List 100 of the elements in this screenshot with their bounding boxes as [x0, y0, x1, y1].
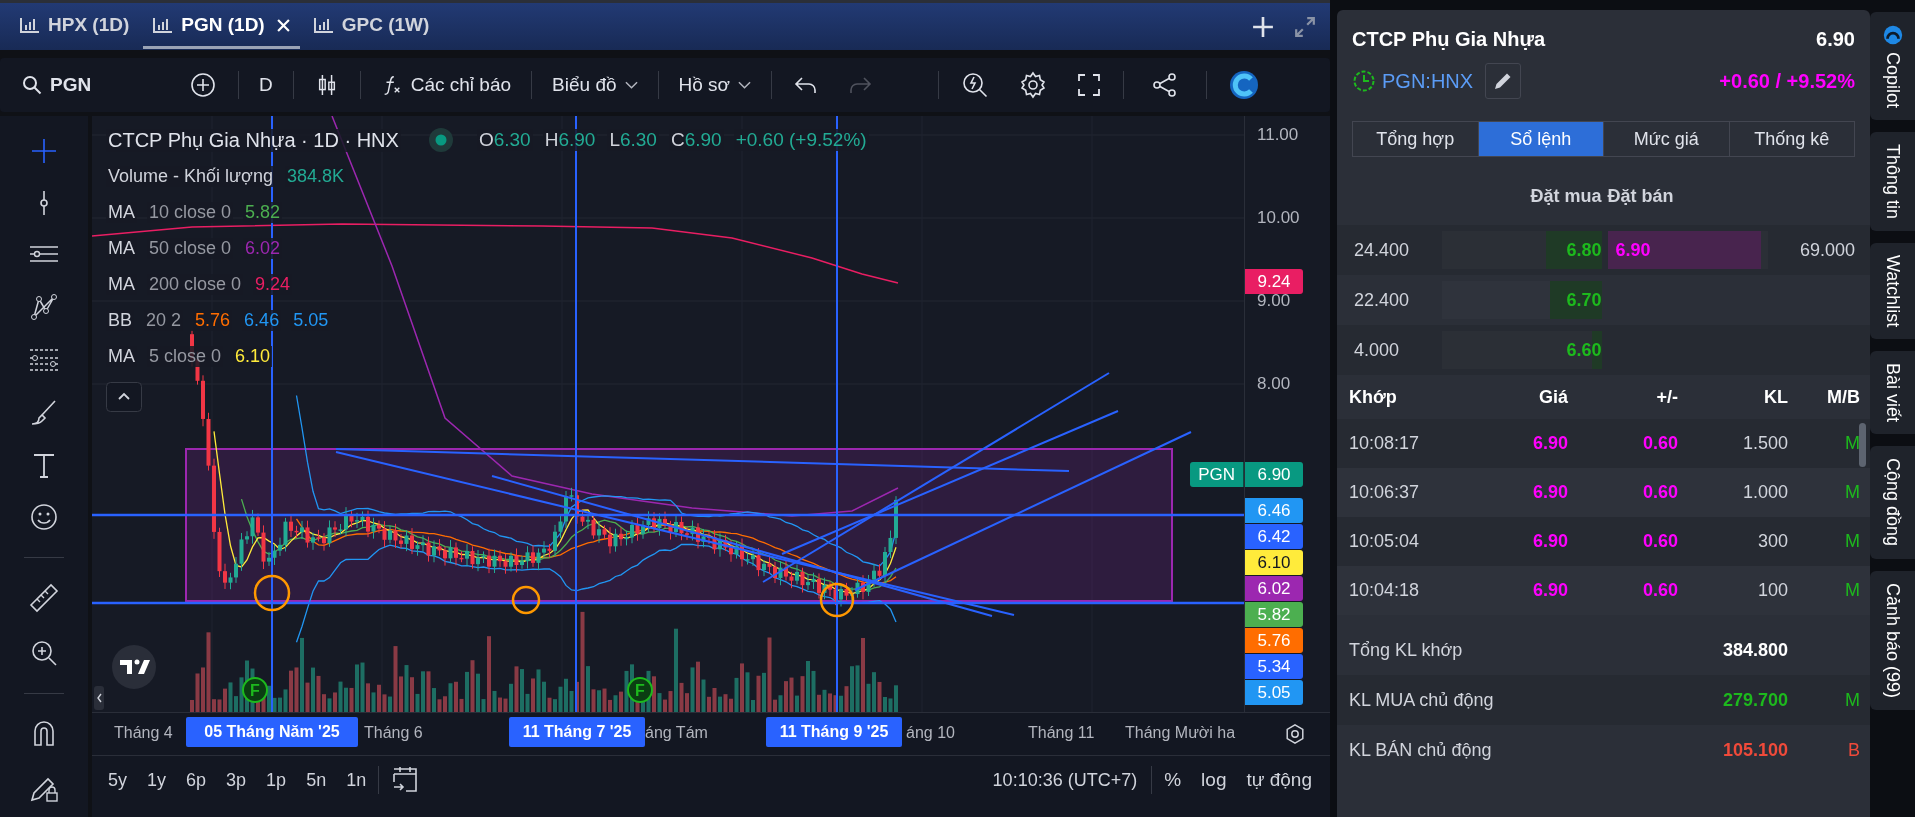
fullscreen-icon[interactable] [1077, 73, 1102, 97]
smiley-icon[interactable] [30, 503, 58, 532]
indicator-params: 50 close 0 [147, 237, 234, 259]
dropdown-menu[interactable]: Biểu đồ [546, 70, 644, 100]
symbol-link[interactable]: PGN:HNX [1382, 69, 1474, 93]
side-tab[interactable]: Watchlist [1870, 243, 1915, 340]
indicator-name: Volume - Khối lượng [106, 165, 275, 187]
time-tick: Tháng 6 [364, 723, 423, 743]
summary-value: 279.700 [1721, 689, 1788, 711]
chevron-down-icon [738, 81, 752, 89]
price-badge: 9.24 [1245, 269, 1303, 294]
chart-title: CTCP Phụ Gia Nhựa · 1D · HNX [106, 128, 401, 152]
column-header: +/- [1655, 386, 1678, 408]
zoom-in-icon[interactable] [30, 639, 58, 668]
bid-price[interactable]: 6.70 [1566, 289, 1602, 311]
circle-marker [511, 585, 541, 615]
text-tool-icon[interactable] [32, 451, 56, 478]
trade-side: M [1844, 580, 1860, 601]
summary-label: Tổng KL khớp [1349, 639, 1464, 661]
range-button[interactable]: 1p [258, 765, 295, 795]
symbol-search[interactable]: PGN [16, 70, 168, 100]
price-badge: 6.46 [1245, 498, 1303, 523]
copilot-icon [1881, 24, 1904, 46]
time-tick: áng 10 [906, 723, 955, 743]
last-price-badge: 6.90 [1245, 462, 1303, 487]
price-change: +0.60 (+9.52%) [733, 129, 869, 151]
last-price: 6.90 [1816, 28, 1855, 51]
add-symbol-icon[interactable] [190, 72, 216, 98]
bid-volume: 22.400 [1354, 289, 1411, 311]
symbol-label: PGN [1190, 462, 1244, 487]
indicator-value: 6.10 [233, 345, 273, 367]
chart-tab[interactable]: PGN (1D) [143, 4, 300, 49]
range-button[interactable]: 1n [338, 765, 375, 795]
range-button[interactable]: 5n [298, 765, 335, 795]
trade-price: 6.90 [1531, 531, 1568, 552]
alert-icon[interactable] [961, 71, 990, 99]
undo-icon[interactable] [794, 75, 819, 95]
bid-price[interactable]: 6.60 [1566, 339, 1602, 361]
side-tab[interactable]: Bài viết [1870, 351, 1915, 435]
scale-option[interactable]: log [1193, 765, 1235, 795]
range-button[interactable]: 3p [218, 765, 255, 795]
side-tab[interactable]: Thông tin [1870, 132, 1915, 232]
time-tick: Tháng Mười ha [1125, 723, 1236, 743]
plus-icon[interactable] [1252, 15, 1274, 38]
brush-icon[interactable] [30, 398, 58, 427]
settings-icon[interactable] [1284, 723, 1306, 745]
dropdown-menu[interactable]: Hồ sơ [672, 70, 758, 100]
calendar-icon[interactable] [391, 766, 420, 794]
chart-tab[interactable]: GPC (1W) [303, 4, 440, 49]
panel-tab[interactable]: Sổ lệnh [1478, 122, 1604, 156]
scale-option[interactable]: tự động [1238, 765, 1320, 795]
chevron-left-icon[interactable] [94, 686, 104, 710]
trade-side: M [1844, 689, 1860, 711]
side-tab[interactable]: Cộng đồng [1870, 446, 1915, 559]
trade-time: 10:06:37 [1349, 482, 1421, 503]
trade-price: 6.90 [1531, 482, 1568, 503]
range-button[interactable]: 5y [100, 765, 135, 795]
column-header: Khớp [1349, 386, 1398, 408]
share-icon[interactable] [1152, 72, 1179, 98]
crosshair-icon[interactable] [31, 138, 57, 164]
column-header: Đặt bán [1607, 185, 1675, 207]
crosshair-date-label: 05 Tháng Năm '25 [186, 717, 358, 747]
side-tab[interactable]: Copilot [1870, 12, 1915, 121]
trade-price: 6.90 [1531, 580, 1568, 601]
bid-volume: 4.000 [1354, 339, 1401, 361]
scale-option[interactable]: % [1156, 765, 1190, 795]
settings-icon[interactable] [1019, 71, 1048, 99]
chart-tab[interactable]: HPX (1D) [10, 4, 140, 49]
clock-time: 10:10:36 (UTC+7) [992, 769, 1138, 791]
dotted-lines-icon[interactable] [29, 346, 59, 373]
scrollbar-thumb[interactable] [1859, 423, 1866, 467]
bid-price[interactable]: 6.80 [1566, 239, 1602, 261]
event-marker[interactable]: F [242, 677, 268, 703]
trade-volume: 300 [1756, 531, 1788, 552]
collapse-button[interactable] [106, 382, 142, 412]
column-header: Đặt mua [1529, 185, 1602, 207]
interval-button[interactable]: D [253, 70, 279, 100]
crosshair-date-label: 11 Tháng 7 '25 [509, 717, 645, 747]
range-button[interactable]: 6p [178, 765, 215, 795]
side-tab[interactable]: Cảnh báo (99) [1870, 570, 1915, 710]
trade-time: 10:08:17 [1349, 433, 1421, 454]
expand-icon[interactable] [1294, 15, 1316, 38]
ruler-icon[interactable] [29, 583, 59, 614]
app-logo-icon[interactable] [1229, 70, 1260, 100]
close-icon[interactable] [276, 18, 290, 32]
indicator-params: 200 close 0 [147, 273, 244, 295]
status-dot-icon [428, 128, 453, 152]
price-badge: 6.42 [1245, 524, 1303, 549]
price-badge: 5.76 [1245, 628, 1303, 653]
edit-button[interactable] [1485, 63, 1522, 99]
bid-volume: 24.400 [1354, 239, 1411, 261]
ask-volume: 69.000 [1798, 239, 1855, 261]
indicator-params: 5 close 0 [147, 345, 224, 367]
ask-price[interactable]: 6.90 [1607, 239, 1651, 261]
trade-price: 6.90 [1531, 433, 1568, 454]
indicators-button[interactable]: Các chỉ báo [374, 70, 518, 100]
chevron-down-icon [624, 81, 638, 89]
nodes-icon[interactable] [30, 292, 58, 321]
range-button[interactable]: 1y [139, 765, 175, 795]
trade-volume: 100 [1756, 580, 1788, 601]
